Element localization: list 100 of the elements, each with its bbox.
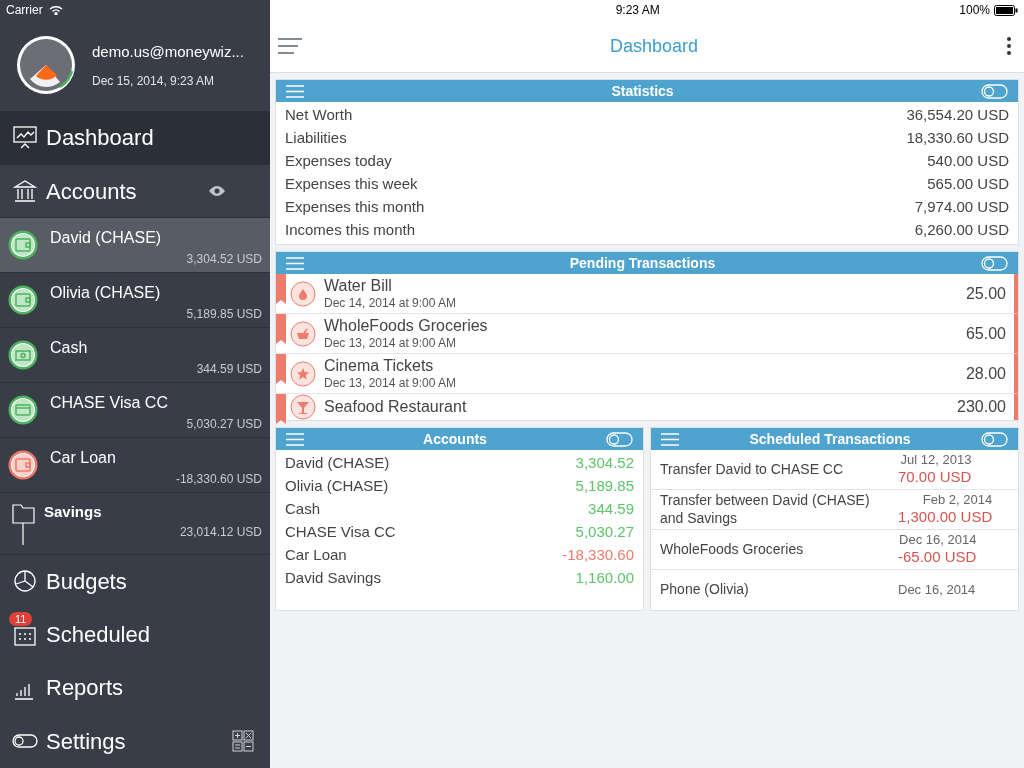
scheduled-date: Jul 12, 2013 <box>900 452 972 469</box>
account-name: CHASE Visa CC <box>285 522 396 543</box>
clock: 9:23 AM <box>614 2 661 19</box>
panel-title: Pending Transactions <box>568 253 717 273</box>
scheduled-row[interactable]: Phone (Olivia) Dec 16, 2014 <box>651 570 1018 610</box>
transaction-row[interactable]: WholeFoods Groceries Dec 13, 2014 at 9:00 AM 65.00 <box>276 314 1018 354</box>
account-name: CHASE Visa CC <box>50 392 169 413</box>
chart-icon <box>12 124 38 151</box>
stat-value: 565.00 USD <box>927 174 1009 195</box>
account-value: 5,030.27 <box>575 522 634 543</box>
account-balance: 5,189.85 USD <box>186 306 262 324</box>
stat-label: Liabilities <box>285 128 347 149</box>
nav-item[interactable]: Budgets <box>0 554 270 608</box>
scheduled-date: Dec 16, 2014 <box>899 532 977 549</box>
account-name: Olivia (CHASE) <box>50 283 162 304</box>
eye-icon[interactable] <box>208 185 226 197</box>
basket-icon <box>290 320 316 347</box>
transaction-name: WholeFoods Groceries <box>324 316 489 336</box>
transaction-name: Water Bill <box>324 276 393 296</box>
sync-date: Dec 15, 2014, 9:23 AM <box>92 72 216 90</box>
account-value: 344.59 <box>588 499 634 520</box>
nav-item[interactable]: Settings <box>0 714 270 768</box>
toggle-icon[interactable] <box>981 431 1008 447</box>
drop-icon <box>290 280 316 307</box>
scheduled-amount: 1,300.00 USD <box>898 508 993 527</box>
toggle-icon[interactable] <box>606 431 633 447</box>
transaction-name: Cinema Tickets <box>324 356 435 376</box>
scheduled-name: Transfer David to CHASE CC <box>660 460 845 479</box>
scheduled-name: Phone (Olivia) <box>660 581 750 599</box>
bookmark-icon <box>276 354 286 384</box>
panel-title: Accounts <box>422 429 488 449</box>
account-balance: -18,330.60 USD <box>175 470 262 488</box>
account-value: 1,160.00 <box>575 568 634 589</box>
account-value: 3,304.52 <box>575 453 634 474</box>
stat-label: Expenses this week <box>285 174 418 195</box>
stat-value: 540.00 USD <box>927 151 1009 172</box>
account-email: demo.us@moneywiz... <box>92 42 244 63</box>
transaction-row[interactable]: Seafood Restaurant 230.00 <box>276 394 1018 420</box>
calculator-icon[interactable] <box>232 730 254 753</box>
transaction-row[interactable]: Cinema Tickets Dec 13, 2014 at 9:00 AM 28.00 <box>276 354 1018 394</box>
account-value: 5,189.85 <box>575 476 634 497</box>
page-title: Dashboard <box>608 34 700 58</box>
battery-icon <box>994 4 1018 16</box>
account-balance: 5,030.27 USD <box>186 415 262 433</box>
account-balance: 344.59 USD <box>196 361 262 379</box>
account-name: Car Loan <box>50 447 117 468</box>
scheduled-amount: -65.00 USD <box>898 548 977 567</box>
transaction-date: Dec 13, 2014 at 9:00 AM <box>324 376 458 391</box>
transaction-amount: 25.00 <box>965 283 1006 304</box>
toggle-icon[interactable] <box>981 255 1008 271</box>
account-name: David Savings <box>285 568 381 589</box>
account-name: Cash <box>285 499 321 520</box>
count-badge: 11 <box>9 611 33 626</box>
account-balance: 3,304.52 USD <box>186 251 262 269</box>
panel-title: Scheduled Transactions <box>748 429 912 449</box>
nav-item[interactable]: Reports <box>0 661 270 715</box>
stat-value: 6,260.00 USD <box>914 220 1009 241</box>
scheduled-row[interactable]: WholeFoods Groceries Dec 16, 2014 -65.00 USD <box>651 530 1018 570</box>
stat-label: Expenses today <box>285 151 392 172</box>
stat-label: Expenses this month <box>285 197 425 218</box>
nav-item[interactable]: 11 Scheduled <box>0 607 270 662</box>
scheduled-row[interactable]: Transfer David to CHASE CC Jul 12, 2013 70.00 USD <box>651 450 1018 490</box>
transaction-amount: 230.00 <box>957 397 1006 417</box>
transaction-amount: 28.00 <box>965 363 1006 384</box>
nav-item[interactable]: Dashboard <box>0 110 270 165</box>
account-name: David (CHASE) <box>285 453 390 474</box>
transaction-name: Seafood Restaurant <box>324 397 468 417</box>
toggle-icon[interactable] <box>981 83 1008 99</box>
wifi-icon <box>48 4 63 15</box>
account-item[interactable]: David (CHASE) 3,304.52 USD <box>0 218 270 274</box>
account-name: David (CHASE) <box>50 228 163 249</box>
bookmark-icon <box>276 274 286 304</box>
stat-label: Net Worth <box>285 105 353 126</box>
account-name: Olivia (CHASE) <box>285 476 389 497</box>
panel-title: Statistics <box>610 81 675 101</box>
scheduled-row[interactable]: Transfer between David (CHASE) and Savings Feb 2, 2014 1,300.00 USD <box>651 490 1018 530</box>
scheduled-amount: 70.00 USD <box>898 468 972 487</box>
transaction-date: Dec 13, 2014 at 9:00 AM <box>324 336 458 351</box>
pie-chart-icon <box>12 568 38 595</box>
transaction-date: Dec 14, 2014 at 9:00 AM <box>324 296 458 311</box>
bookmark-icon <box>276 394 286 424</box>
account-value: -18,330.60 <box>562 545 634 566</box>
account-name: Car Loan <box>285 545 347 566</box>
stat-value: 7,974.00 USD <box>914 197 1009 218</box>
group-balance: 23,014.12 USD <box>179 524 262 542</box>
transaction-row[interactable]: Water Bill Dec 14, 2014 at 9:00 AM 25.00 <box>276 274 1018 314</box>
app-logo <box>16 35 76 96</box>
bookmark-icon <box>276 314 286 344</box>
glass-icon <box>290 394 316 420</box>
menu-icon[interactable] <box>278 38 302 54</box>
stat-value: 36,554.20 USD <box>906 105 1009 126</box>
bank-icon <box>12 178 38 204</box>
stat-value: 18,330.60 USD <box>906 128 1009 149</box>
account-name: Cash <box>50 338 89 359</box>
group-name: Savings <box>44 501 103 522</box>
battery-label: 100% <box>959 2 990 19</box>
transaction-amount: 65.00 <box>965 323 1006 344</box>
scheduled-date: Dec 16, 2014 <box>898 581 976 599</box>
more-icon[interactable] <box>1006 37 1012 55</box>
carrier-label: Carrier <box>6 1 43 19</box>
